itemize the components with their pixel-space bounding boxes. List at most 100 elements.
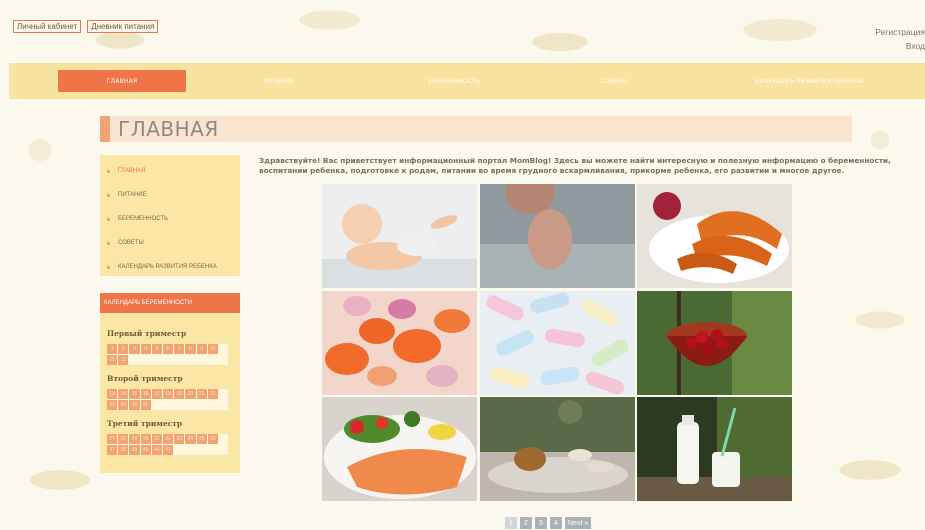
salmon-salad-photo[interactable]	[322, 397, 477, 501]
sidebar-item-label: БЕРЕМЕННОСТЬ	[118, 216, 169, 222]
week-32-link[interactable]: 32	[162, 434, 174, 444]
bullet-icon	[107, 169, 110, 173]
photo-gallery	[322, 184, 792, 502]
calendar-title: КАЛЕНДАРЬ БЕРЕМЕННОСТИ	[100, 293, 240, 313]
milk-bottles-photo[interactable]	[637, 397, 792, 501]
pagination: 1 2 3 4 Next »	[505, 517, 592, 529]
trimester-2-weeks: 13 14 15 16 17 18 19 20 21 22 23 24 25 26	[107, 389, 228, 410]
sidebar-item-label: СОВЕТЫ	[118, 240, 144, 246]
week-12-link[interactable]: 12	[118, 355, 129, 365]
page-title: ГЛАВНАЯ	[118, 117, 219, 141]
week-13-link[interactable]: 13	[107, 389, 118, 399]
week-14-link[interactable]: 14	[118, 389, 129, 399]
sidebar-item-label: КАЛЕНДАРЬ РАЗВИТИЯ РЕБЕНКА	[118, 264, 217, 270]
week-20-link[interactable]: 20	[185, 389, 196, 399]
baby-icon	[322, 184, 477, 288]
week-34-link[interactable]: 34	[185, 434, 196, 444]
marshmallows-photo[interactable]	[479, 290, 635, 395]
week-5-link[interactable]: 5	[151, 344, 162, 354]
week-11-link[interactable]: 11	[107, 355, 118, 365]
page-title-accent	[100, 116, 110, 142]
week-28-link[interactable]: 28	[118, 434, 129, 444]
sidebar-item-label: ПИТАНИЕ	[118, 192, 147, 198]
auth-links: Регистрация Вход	[875, 25, 925, 53]
nav-item-nutrition[interactable]: ПИТАНИЕ	[229, 70, 329, 92]
trimester-label: Первый триместр	[107, 329, 187, 338]
bullet-icon	[107, 217, 110, 221]
nav-item-home[interactable]: ГЛАВНАЯ	[58, 70, 186, 92]
week-24-link[interactable]: 24	[118, 400, 129, 410]
week-37-link[interactable]: 37	[107, 445, 118, 455]
week-6-link[interactable]: 6	[162, 344, 174, 354]
page-4-button[interactable]: 4	[550, 517, 562, 529]
week-2-link[interactable]: 2	[118, 344, 129, 354]
week-21-link[interactable]: 21	[196, 389, 207, 399]
bullet-icon	[107, 265, 110, 269]
week-33-link[interactable]: 33	[174, 434, 185, 444]
week-17-link[interactable]: 17	[151, 389, 162, 399]
week-7-link[interactable]: 7	[174, 344, 185, 354]
cherries-basket-photo[interactable]	[637, 290, 792, 395]
milk-bottles-icon	[637, 397, 792, 501]
trimester-label: Второй триместр	[107, 374, 183, 383]
sidebar-item-nutrition[interactable]: ПИТАНИЕ	[100, 183, 240, 207]
week-18-link[interactable]: 18	[162, 389, 174, 399]
week-22-link[interactable]: 22	[207, 389, 218, 399]
sidebar-item-home[interactable]: ГЛАВНАЯ	[100, 159, 240, 183]
top-links: Личный кабинет Дневник питания	[13, 20, 159, 33]
week-15-link[interactable]: 15	[129, 389, 140, 399]
baby-photo[interactable]	[322, 184, 477, 288]
week-31-link[interactable]: 31	[151, 434, 162, 444]
week-36-link[interactable]: 36	[207, 434, 218, 444]
trimester-3-weeks: 27 28 29 30 31 32 33 34 35 36 37 38 39 40 41 42	[107, 434, 228, 455]
tea-set-icon	[479, 397, 635, 501]
week-25-link[interactable]: 25	[129, 400, 140, 410]
sidebar-item-tips[interactable]: СОВЕТЫ	[100, 231, 240, 255]
nav-item-pregnancy[interactable]: БЕРЕМЕННОСТЬ	[399, 70, 509, 92]
page-1-button[interactable]: 1	[505, 517, 517, 529]
week-4-link[interactable]: 4	[140, 344, 151, 354]
vitamin-pills-icon	[322, 290, 477, 395]
intro-text: Здравствуйте! Вас приветствует информаци…	[259, 156, 891, 175]
week-1-link[interactable]: 1	[107, 344, 118, 354]
week-38-link[interactable]: 38	[118, 445, 129, 455]
tea-set-photo[interactable]	[479, 397, 635, 501]
week-9-link[interactable]: 9	[196, 344, 207, 354]
week-30-link[interactable]: 30	[140, 434, 151, 444]
week-16-link[interactable]: 16	[140, 389, 151, 399]
week-27-link[interactable]: 27	[107, 434, 118, 444]
baked-pumpkin-photo[interactable]	[637, 184, 792, 288]
week-29-link[interactable]: 29	[129, 434, 140, 444]
week-40-link[interactable]: 40	[140, 445, 151, 455]
personal-account-link[interactable]: Личный кабинет	[13, 20, 82, 33]
next-page-button[interactable]: Next »	[565, 517, 592, 529]
bullet-icon	[107, 193, 110, 197]
sidebar-menu: ГЛАВНАЯ ПИТАНИЕ БЕРЕМЕННОСТЬ СОВЕТЫ КАЛЕ…	[100, 155, 240, 276]
sidebar-item-child-calendar[interactable]: КАЛЕНДАРЬ РАЗВИТИЯ РЕБЕНКА	[100, 255, 240, 279]
sidebar-item-label: ГЛАВНАЯ	[118, 168, 146, 174]
page-2-button[interactable]: 2	[520, 517, 532, 529]
trimester-1-weeks: 1 2 3 4 5 6 7 8 9 10 11 12	[107, 344, 228, 365]
week-8-link[interactable]: 8	[185, 344, 196, 354]
nav-item-child-development-calendar[interactable]: КАЛЕНДАРЬ РАЗВИТИЯ РЕБЕНКА	[729, 70, 889, 92]
trimester-label: Третий триместр	[107, 419, 183, 428]
week-41-link[interactable]: 41	[151, 445, 162, 455]
week-35-link[interactable]: 35	[196, 434, 207, 444]
register-link[interactable]: Регистрация	[875, 25, 925, 39]
login-link[interactable]: Вход	[875, 39, 925, 53]
week-3-link[interactable]: 3	[129, 344, 140, 354]
sidebar-item-pregnancy[interactable]: БЕРЕМЕННОСТЬ	[100, 207, 240, 231]
week-19-link[interactable]: 19	[174, 389, 185, 399]
week-26-link[interactable]: 26	[140, 400, 151, 410]
week-10-link[interactable]: 10	[207, 344, 218, 354]
week-42-link[interactable]: 42	[162, 445, 174, 455]
vitamin-pills-photo[interactable]	[322, 290, 477, 395]
baby-feet-photo[interactable]	[479, 184, 635, 288]
page-3-button[interactable]: 3	[535, 517, 547, 529]
week-23-link[interactable]: 23	[107, 400, 118, 410]
food-diary-link[interactable]: Дневник питания	[87, 20, 159, 33]
salmon-salad-icon	[322, 397, 477, 501]
bullet-icon	[107, 241, 110, 245]
week-39-link[interactable]: 39	[129, 445, 140, 455]
nav-item-tips[interactable]: СОВЕТЫ	[569, 70, 659, 92]
